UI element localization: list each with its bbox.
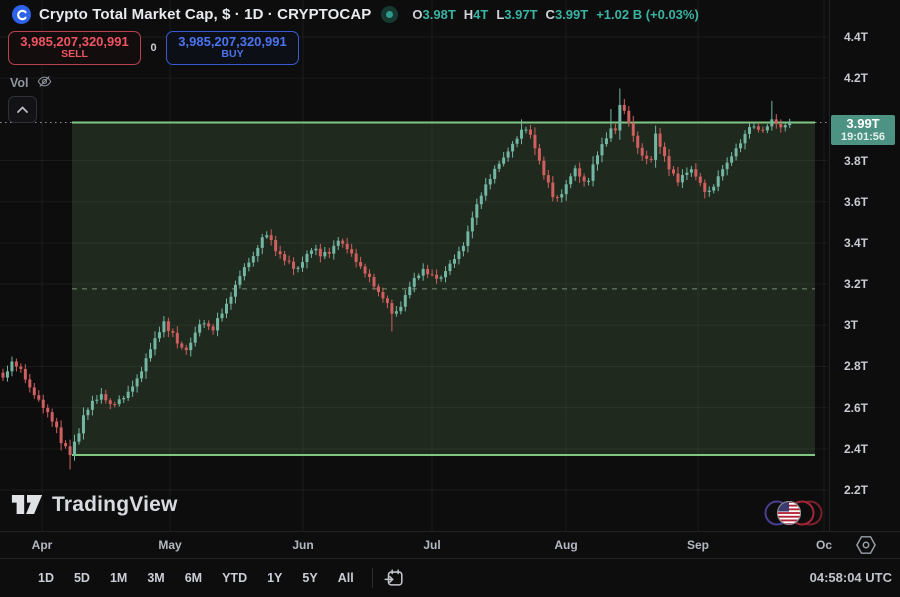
chevron-up-icon [17, 106, 28, 113]
symbol-title[interactable]: Crypto Total Market Cap, $ · 1D · CRYPTO… [39, 6, 371, 23]
range-button-3m[interactable]: 3M [139, 568, 172, 588]
clock-utc[interactable]: 04:58:04 UTC [810, 570, 892, 585]
last-price-badge: 3.99T 19:01:56 [831, 115, 895, 145]
time-axis[interactable]: Apr May Jun Jul Aug Sep Oc [0, 531, 900, 558]
price-tick-label: 2.8T [844, 359, 868, 373]
time-tick-label: Aug [554, 538, 577, 552]
time-tick-label: Oc [816, 538, 832, 552]
volume-indicator-row: Vol [10, 74, 53, 92]
range-button-5d[interactable]: 5D [66, 568, 98, 588]
close-label: C [546, 7, 555, 22]
tradingview-wordmark: TradingView [52, 493, 178, 517]
sell-label: SELL [61, 49, 88, 61]
open-label: O [412, 7, 422, 22]
price-tick-label: 3.4T [844, 236, 868, 250]
go-to-date-button[interactable] [383, 567, 405, 589]
cryptocap-logo-icon [12, 5, 31, 24]
price-tick-label: 2.2T [844, 483, 868, 497]
low-label: L [496, 7, 504, 22]
tradingview-logo[interactable]: TradingView [10, 492, 178, 517]
range-button-all[interactable]: All [330, 568, 362, 588]
price-tick-label: 4.4T [844, 30, 868, 44]
ohlc-values: O3.98T H4T L3.97T C3.99T +1.02 B (+0.03%… [412, 7, 698, 22]
last-price-value: 3.99T [831, 116, 895, 131]
volume-label[interactable]: Vol [10, 76, 29, 90]
price-tick-label: 3.6T [844, 195, 868, 209]
time-tick-label: Sep [687, 538, 709, 552]
time-tick-label: Apr [32, 538, 53, 552]
country-flags-icon[interactable] [764, 497, 826, 534]
range-button-1y[interactable]: 1Y [259, 568, 290, 588]
time-tick-label: May [158, 538, 181, 552]
range-button-ytd[interactable]: YTD [214, 568, 255, 588]
sell-button[interactable]: 3,985,207,320,991 SELL [8, 31, 141, 65]
close-value: 3.99T [555, 7, 588, 22]
price-tick-label: 3T [844, 318, 858, 332]
collapse-panel-button[interactable] [8, 96, 37, 123]
trade-panel: 3,985,207,320,991 SELL 0 3,985,207,320,9… [8, 31, 299, 65]
hidden-eye-icon[interactable] [36, 74, 53, 92]
price-tick-label: 2.4T [844, 442, 868, 456]
bottom-toolbar: 1D5D1M3M6MYTD1Y5YAll [0, 558, 900, 597]
range-button-1m[interactable]: 1M [102, 568, 135, 588]
sell-value: 3,985,207,320,991 [20, 35, 128, 50]
range-button-5y[interactable]: 5Y [294, 568, 325, 588]
change-value: +1.02 B (+0.03%) [596, 7, 699, 22]
tradingview-mark-icon [10, 492, 44, 517]
range-button-6m[interactable]: 6M [177, 568, 210, 588]
price-tick-label: 4.2T [844, 71, 868, 85]
candlestick-canvas[interactable] [0, 0, 828, 531]
high-value: 4T [473, 7, 488, 22]
bar-countdown: 19:01:56 [831, 131, 895, 143]
buy-label: BUY [221, 49, 243, 61]
price-tick-label: 3.8T [844, 154, 868, 168]
time-tick-label: Jul [423, 538, 440, 552]
market-status-icon[interactable] [381, 6, 398, 23]
calendar-icon [383, 567, 405, 589]
low-value: 3.97T [504, 7, 537, 22]
chart-settings-icon[interactable] [855, 535, 877, 560]
price-axis[interactable]: 4.4T 4.2T 3.8T 3.6T 3.4T 3.2T 3T 2.8T 2.6T 2.4T 2.… [829, 0, 900, 531]
range-button-1d[interactable]: 1D [30, 568, 62, 588]
price-tick-label: 2.6T [844, 401, 868, 415]
high-label: H [464, 7, 473, 22]
price-tick-label: 3.2T [844, 277, 868, 291]
buy-button[interactable]: 3,985,207,320,991 BUY [166, 31, 299, 65]
tradingview-chart-window: Crypto Total Market Cap, $ · 1D · CRYPTO… [0, 0, 900, 597]
open-value: 3.98T [423, 7, 456, 22]
spread-value: 0 [141, 42, 166, 54]
time-tick-label: Jun [292, 538, 313, 552]
symbol-header: Crypto Total Market Cap, $ · 1D · CRYPTO… [12, 5, 699, 24]
range-buttons: 1D5D1M3M6MYTD1Y5YAll [30, 568, 362, 588]
buy-value: 3,985,207,320,991 [178, 35, 286, 50]
toolbar-divider [372, 568, 373, 588]
